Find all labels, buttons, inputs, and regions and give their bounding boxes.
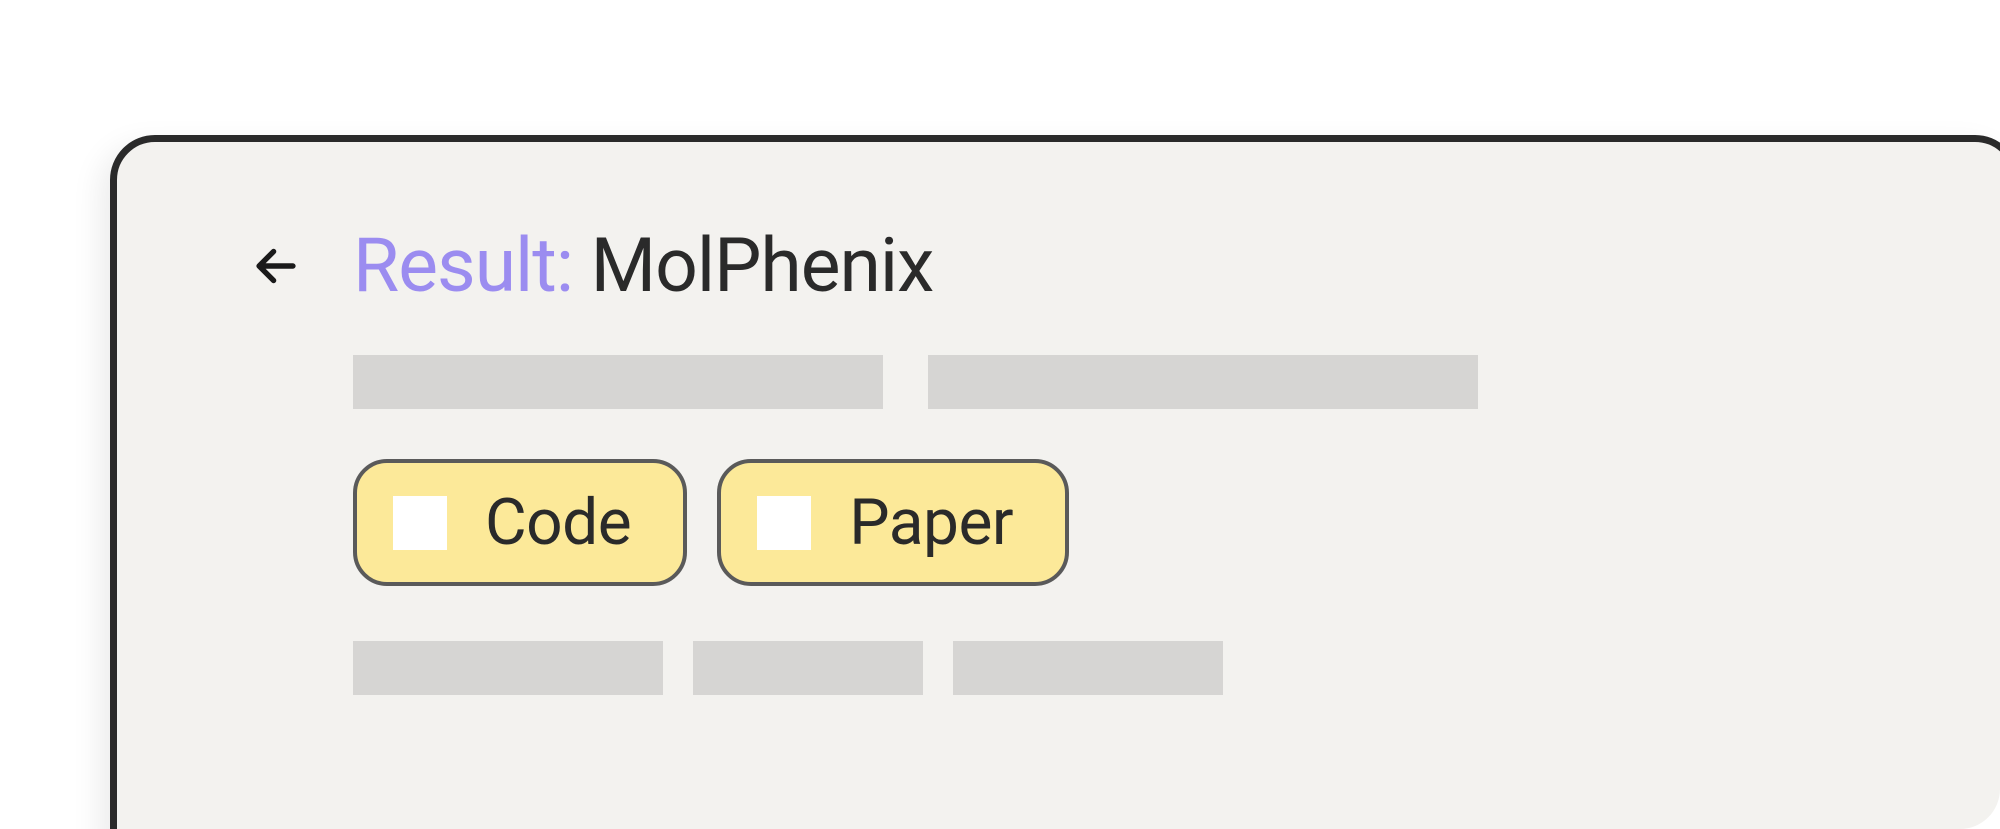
placeholder-bar [693, 641, 923, 695]
placeholder-bar [353, 641, 663, 695]
title-name: MolPhenix [591, 222, 934, 310]
code-chip-label: Code [485, 485, 631, 560]
title-prefix: Result: [353, 222, 591, 310]
content-area: Code Paper [353, 355, 1923, 695]
paper-chip-label: Paper [849, 485, 1013, 560]
page-title: Result: MolPhenix [353, 222, 933, 310]
code-chip-checkbox[interactable] [393, 496, 447, 550]
placeholder-row-bottom [353, 641, 1923, 695]
placeholder-bar [353, 355, 883, 409]
placeholder-bar [928, 355, 1478, 409]
chip-row: Code Paper [353, 459, 1923, 586]
code-chip[interactable]: Code [353, 459, 687, 586]
paper-chip-checkbox[interactable] [757, 496, 811, 550]
back-button[interactable] [247, 237, 305, 295]
outer-container: Result: MolPhenix Code Paper [0, 0, 2000, 829]
result-window: Result: MolPhenix Code Paper [110, 135, 2000, 829]
placeholder-row-top [353, 355, 1923, 409]
paper-chip[interactable]: Paper [717, 459, 1069, 586]
placeholder-bar [953, 641, 1223, 695]
header-row: Result: MolPhenix [247, 222, 1923, 310]
back-arrow-icon [247, 237, 305, 295]
